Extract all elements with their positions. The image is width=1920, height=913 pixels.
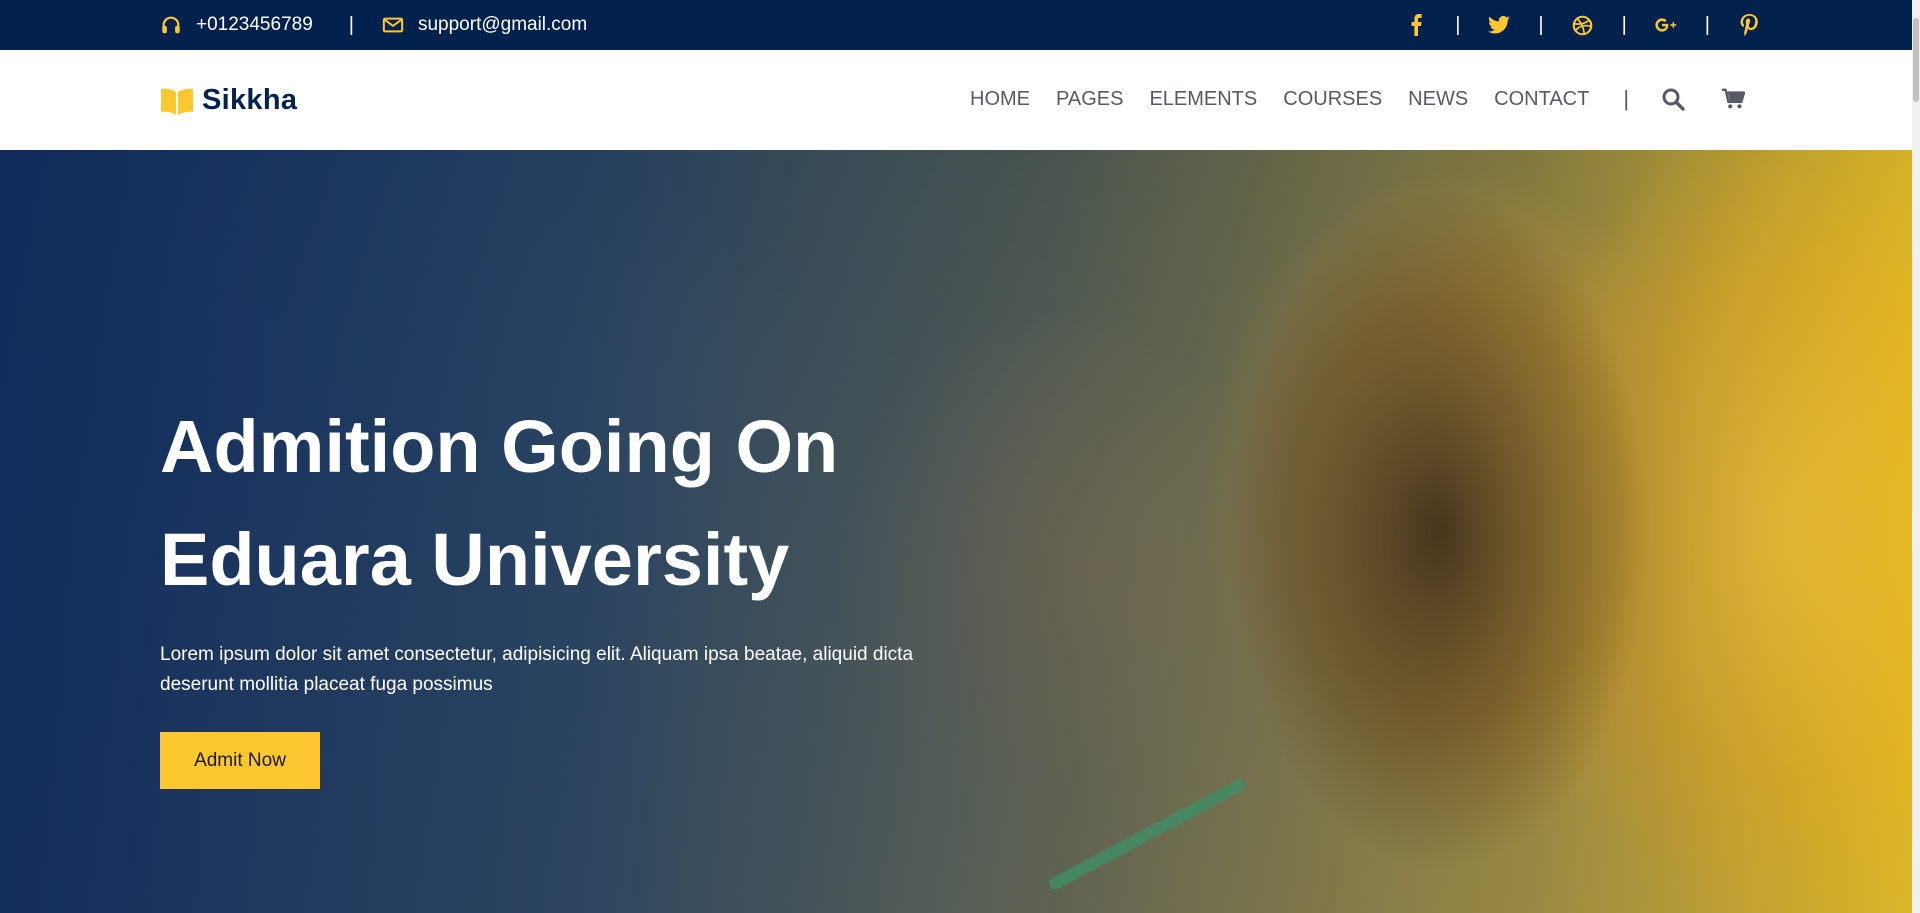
search-icon[interactable]: [1661, 87, 1685, 111]
main-header: Sikkha HOME PAGES ELEMENTS COURSES NEWS …: [0, 50, 1920, 150]
contact-separator: |: [348, 13, 354, 36]
scrollbar-thumb[interactable]: [1913, 18, 1919, 102]
social-separator: |: [1704, 13, 1710, 36]
main-nav: HOME PAGES ELEMENTS COURSES NEWS CONTACT…: [970, 86, 1781, 112]
twitter-icon[interactable]: [1488, 14, 1511, 36]
nav-news[interactable]: NEWS: [1408, 88, 1468, 111]
phone-number: +0123456789: [196, 14, 313, 35]
hero-section: Admition Going On Eduara University Lore…: [0, 150, 1920, 913]
google-plus-icon[interactable]: [1655, 14, 1677, 36]
nav-elements[interactable]: ELEMENTS: [1149, 88, 1257, 111]
social-separator: |: [1455, 13, 1461, 36]
nav-separator: |: [1623, 86, 1630, 111]
hero-description: Lorem ipsum dolor sit amet consectetur, …: [160, 644, 914, 695]
hero-title-line1: Admition Going On: [160, 405, 839, 488]
top-bar: +0123456789 | support@gmail.com | | | |: [0, 0, 1920, 50]
phone-contact[interactable]: +0123456789: [160, 14, 313, 36]
nav-contact[interactable]: CONTACT: [1494, 88, 1589, 111]
contact-info: +0123456789 | support@gmail.com: [160, 0, 587, 50]
headphones-icon: [160, 14, 182, 36]
book-icon: [160, 86, 194, 116]
nav-courses[interactable]: COURSES: [1283, 88, 1382, 111]
pinterest-icon[interactable]: [1738, 14, 1760, 36]
page-scrollbar[interactable]: [1912, 0, 1920, 913]
nav-home[interactable]: HOME: [970, 88, 1030, 111]
cart-icon[interactable]: [1721, 87, 1746, 111]
facebook-icon[interactable]: [1405, 14, 1427, 36]
hero-background-image: [1230, 180, 1650, 880]
hero-title: Admition Going On Eduara University: [160, 390, 1060, 616]
nav-pages[interactable]: PAGES: [1056, 88, 1123, 111]
email-address: support@gmail.com: [417, 14, 588, 35]
dribbble-icon[interactable]: [1572, 14, 1594, 36]
social-links: | | | |: [1405, 0, 1760, 50]
hero-image-pencil: [1047, 777, 1248, 892]
social-separator: |: [1621, 13, 1627, 36]
site-logo[interactable]: Sikkha: [160, 84, 297, 117]
logo-text: Sikkha: [202, 84, 298, 116]
hero-title-line2: Eduara University: [160, 518, 790, 601]
admit-now-button[interactable]: Admit Now: [160, 732, 320, 789]
email-contact[interactable]: support@gmail.com: [382, 14, 587, 36]
social-separator: |: [1538, 13, 1544, 36]
envelope-icon: [382, 14, 404, 36]
